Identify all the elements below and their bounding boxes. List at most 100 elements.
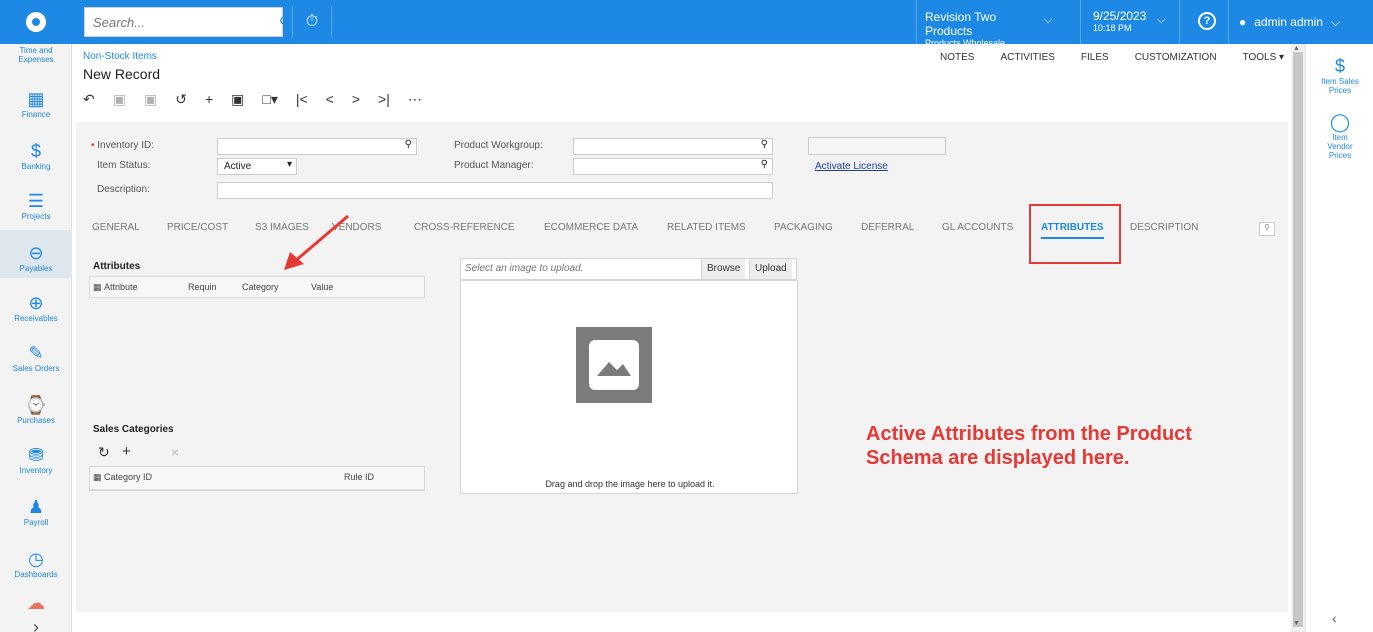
nav-banking[interactable]: $ Banking bbox=[0, 140, 72, 171]
activities-link[interactable]: ACTIVITIES bbox=[1000, 52, 1054, 63]
scroll-down-icon[interactable]: ▼ bbox=[1293, 620, 1300, 627]
nav-time-and-expenses[interactable]: Time and Expenses bbox=[0, 46, 72, 64]
collapse-panel-icon[interactable]: ‹ bbox=[1332, 610, 1337, 626]
col-rule-id[interactable]: Rule ID bbox=[344, 472, 374, 482]
scroll-thumb[interactable] bbox=[1293, 52, 1303, 627]
tab-general[interactable]: GENERAL bbox=[92, 222, 140, 233]
grid-icon[interactable]: ▦ bbox=[93, 472, 102, 483]
scroll-up-icon[interactable]: ▲ bbox=[1293, 45, 1300, 52]
history-icon[interactable]: ⏱ bbox=[292, 6, 332, 38]
attributes-title: Attributes bbox=[93, 261, 141, 272]
nav-payroll[interactable]: ♟ Payroll bbox=[0, 496, 72, 527]
col-attribute[interactable]: Attribute bbox=[104, 282, 138, 292]
tools-link[interactable]: TOOLS ▾ bbox=[1243, 52, 1285, 63]
annotation-text: Active Attributes from the Product Schem… bbox=[866, 422, 1266, 470]
add-row-icon[interactable]: + bbox=[122, 443, 131, 460]
search-icon[interactable]: ⚲ bbox=[761, 159, 768, 170]
sales-categories-grid: ▦ Category ID Rule ID bbox=[89, 466, 425, 491]
item-status-value: Active bbox=[224, 161, 252, 172]
attributes-header: ▦ Attribute Requin Category Value bbox=[90, 277, 424, 298]
browse-button[interactable]: Browse bbox=[701, 259, 746, 279]
user-menu[interactable]: ● admin admin ⌵ bbox=[1228, 0, 1373, 44]
nav-label: Projects bbox=[21, 212, 51, 221]
tab-description[interactable]: DESCRIPTION bbox=[1130, 222, 1198, 233]
add-icon[interactable]: + bbox=[205, 91, 213, 107]
nav-label: Inventory bbox=[19, 466, 53, 475]
description-field[interactable] bbox=[217, 182, 773, 199]
inventory-id-field[interactable]: ⚲ bbox=[217, 138, 417, 155]
image-path-input[interactable] bbox=[461, 259, 701, 278]
nav-purchases[interactable]: ⌚ Purchases bbox=[0, 394, 72, 425]
scrollbar[interactable]: ▲ ▼ bbox=[1291, 44, 1305, 632]
item-sales-prices-link[interactable]: $ Item Sales Prices bbox=[1306, 56, 1373, 95]
next-record-icon[interactable]: > bbox=[352, 91, 360, 107]
undo-icon[interactable]: ↺ bbox=[175, 91, 187, 108]
app-logo[interactable] bbox=[0, 0, 72, 44]
nav-receivables[interactable]: ⊕ Receivables bbox=[0, 292, 72, 323]
nav-label: Finance bbox=[21, 110, 51, 119]
help-icon[interactable]: ? bbox=[1198, 12, 1216, 30]
tab-ecommerce-data[interactable]: ECOMMERCE DATA bbox=[544, 222, 638, 233]
delete-row-icon[interactable]: × bbox=[171, 444, 179, 460]
search-icon[interactable]: ⚲ bbox=[279, 14, 289, 31]
chevron-down-icon: ⌵ bbox=[1330, 14, 1341, 29]
copy-icon[interactable]: □▾ bbox=[262, 91, 277, 108]
chevron-down-icon[interactable]: ⌵ bbox=[1157, 14, 1165, 27]
pin-icon[interactable]: ⚲ bbox=[1259, 222, 1275, 236]
item-vendor-prices-link[interactable]: ◯ Item Vendor Prices bbox=[1306, 112, 1373, 160]
tab-related-items[interactable]: RELATED ITEMS bbox=[667, 222, 746, 233]
first-record-icon[interactable]: |< bbox=[296, 91, 308, 107]
nav-finance[interactable]: ▦ Finance bbox=[0, 88, 72, 119]
col-value[interactable]: Value bbox=[311, 282, 333, 292]
delete-icon[interactable]: ▣ bbox=[231, 91, 244, 108]
item-status-select[interactable]: Active ▾ bbox=[217, 158, 297, 175]
notes-link[interactable]: NOTES bbox=[940, 52, 974, 63]
tab-packaging[interactable]: PACKAGING bbox=[774, 222, 833, 233]
product-workgroup-field[interactable]: ⚲ bbox=[573, 138, 773, 155]
customization-link[interactable]: CUSTOMIZATION bbox=[1135, 52, 1217, 63]
back-icon[interactable]: ↶ bbox=[83, 91, 95, 108]
search-box[interactable]: ⚲ bbox=[84, 7, 289, 37]
product-manager-field[interactable]: ⚲ bbox=[573, 158, 773, 175]
cart-icon: ⌚ bbox=[24, 395, 48, 415]
nav-inventory[interactable]: ⛃ Inventory bbox=[0, 444, 72, 475]
more-icon[interactable]: ⋯ bbox=[408, 91, 422, 108]
col-category[interactable]: Category bbox=[242, 282, 279, 292]
nav-projects[interactable]: ☰ Projects bbox=[0, 190, 72, 221]
toolbar: ↶ ▣ ▣ ↺ + ▣ □▾ |< < > >| ⋯ bbox=[83, 88, 440, 110]
company-selector[interactable]: Revision Two Products Products Wholesale bbox=[916, 0, 1042, 48]
nav-expand[interactable]: › bbox=[0, 616, 72, 632]
col-category-id[interactable]: Category ID bbox=[104, 472, 152, 482]
chevron-down-icon[interactable]: ⌵ bbox=[1044, 14, 1052, 27]
files-link[interactable]: FILES bbox=[1081, 52, 1109, 63]
grid-icon[interactable]: ▦ bbox=[93, 282, 102, 293]
nav-sales-orders[interactable]: ✎ Sales Orders bbox=[0, 342, 72, 373]
nav-dashboards[interactable]: ◷ Dashboards bbox=[0, 548, 72, 579]
tab-cross-reference[interactable]: CROSS-REFERENCE bbox=[414, 222, 515, 233]
nav-payables[interactable]: ⊖ Payables bbox=[0, 230, 72, 278]
save-close-icon[interactable]: ▣ bbox=[144, 91, 157, 108]
highlight-box bbox=[1029, 204, 1121, 264]
search-input[interactable] bbox=[85, 14, 279, 30]
tab-deferral[interactable]: DEFERRAL bbox=[861, 222, 914, 233]
breadcrumb[interactable]: Non-Stock Items bbox=[83, 51, 157, 62]
tab-price-cost[interactable]: PRICE/COST bbox=[167, 222, 228, 233]
tab-gl-accounts[interactable]: GL ACCOUNTS bbox=[942, 222, 1013, 233]
nav-more[interactable]: ☁ bbox=[0, 592, 72, 614]
user-icon: ● bbox=[1239, 15, 1247, 29]
refresh-icon[interactable]: ↻ bbox=[98, 444, 110, 461]
drop-hint: Drag and drop the image here to upload i… bbox=[545, 479, 715, 489]
annotation-line-1: Active Attributes from the Product bbox=[866, 423, 1192, 445]
last-record-icon[interactable]: >| bbox=[378, 91, 390, 107]
col-required[interactable]: Requin bbox=[188, 282, 217, 292]
activate-license-link[interactable]: Activate License bbox=[815, 161, 888, 172]
upload-button[interactable]: Upload bbox=[749, 259, 792, 279]
image-drop-zone[interactable]: Drag and drop the image here to upload i… bbox=[460, 280, 798, 494]
search-icon[interactable]: ⚲ bbox=[405, 139, 412, 150]
search-icon[interactable]: ⚲ bbox=[761, 139, 768, 150]
company-branch: Products Wholesale bbox=[925, 38, 1006, 48]
prev-record-icon[interactable]: < bbox=[326, 91, 334, 107]
time-value: 10:18 PM bbox=[1093, 23, 1132, 33]
save-icon[interactable]: ▣ bbox=[113, 91, 126, 108]
rp-label: Item Vendor Prices bbox=[1327, 133, 1353, 160]
